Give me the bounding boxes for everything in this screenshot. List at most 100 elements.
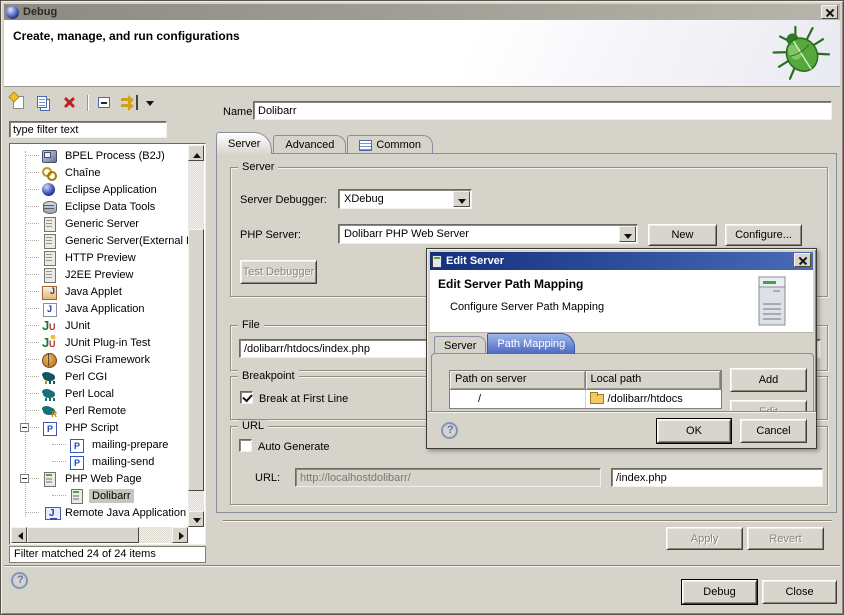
close-window-button[interactable]	[821, 5, 838, 19]
tree-item-label: mailing-prepare	[89, 438, 171, 452]
eclipse-icon	[41, 182, 57, 198]
tree-item-eclipse-application[interactable]: Eclipse Application	[11, 181, 188, 198]
url-group-title: URL	[238, 420, 268, 432]
tree-item-cha-ne[interactable]: Chaîne	[11, 164, 188, 181]
tree-item-label: J2EE Preview	[62, 268, 136, 282]
tree-item-junit-plug-in-test[interactable]: JUnit Plug-in Test	[11, 334, 188, 351]
window-title: Debug	[23, 6, 57, 18]
scroll-right-button[interactable]	[172, 527, 188, 543]
tab-server-settings[interactable]: Server	[434, 336, 486, 354]
table-row[interactable]: / /dolibarr/htdocs	[450, 390, 721, 408]
server-icon	[41, 216, 57, 232]
tree-item-dolibarr[interactable]: Dolibarr	[11, 487, 188, 504]
tree-item-label: Generic Server(External La	[62, 234, 188, 248]
tree-item-java-application[interactable]: Java Application	[11, 300, 188, 317]
vertical-scroll-thumb[interactable]	[188, 229, 204, 491]
dropdown-arrow-icon[interactable]	[619, 226, 636, 242]
duplicate-config-button[interactable]	[34, 93, 56, 113]
tree-item-java-applet[interactable]: Java Applet	[11, 283, 188, 300]
tab-common[interactable]: Common	[347, 135, 433, 154]
tree-item-remote-java-application[interactable]: Remote Java Application	[11, 504, 188, 521]
tree-item-perl-local[interactable]: Perl Local	[11, 385, 188, 402]
scroll-up-button[interactable]	[188, 145, 204, 161]
tree-item-label: Eclipse Application	[62, 183, 160, 197]
column-local-path[interactable]: Local path	[586, 371, 722, 390]
tree-item-mailing-send[interactable]: mailing-send	[11, 453, 188, 470]
server-icon	[41, 267, 57, 283]
tree-item-http-preview[interactable]: HTTP Preview	[11, 249, 188, 266]
php-server-select[interactable]: Dolibarr PHP Web Server	[338, 224, 638, 244]
tree-item-bpel-process-b2j-[interactable]: BPEL Process (B2J)	[11, 147, 188, 164]
help-icon[interactable]	[441, 422, 458, 439]
new-server-button[interactable]: New	[648, 224, 717, 246]
horizontal-scroll-thumb[interactable]	[27, 527, 139, 543]
tree-item-label: Chaîne	[62, 166, 103, 180]
new-config-icon	[13, 96, 24, 109]
server-debugger-select[interactable]: XDebug	[338, 189, 472, 209]
tree-item-perl-remote[interactable]: Perl Remote	[11, 402, 188, 419]
scroll-left-button[interactable]	[11, 527, 27, 543]
tab-advanced[interactable]: Advanced	[273, 135, 346, 154]
expander-minus-icon[interactable]	[20, 423, 29, 432]
tree-item-generic-server[interactable]: Generic Server	[11, 215, 188, 232]
close-button[interactable]: Close	[762, 580, 837, 604]
server-debugger-label: Server Debugger:	[240, 194, 327, 206]
folder-icon	[590, 394, 604, 404]
close-edit-server-button[interactable]	[794, 253, 811, 267]
tree-item-j2ee-preview[interactable]: J2EE Preview	[11, 266, 188, 283]
filter-configs-button[interactable]	[119, 93, 141, 113]
configure-server-button[interactable]: Configure...	[725, 224, 802, 246]
config-tree-panel: BPEL Process (B2J) Chaîne Eclipse Applicat…	[9, 91, 206, 563]
debug-window: Debug Create, manage, and run configurat…	[0, 0, 844, 615]
footer-separator	[4, 565, 840, 567]
config-tabs: Server Advanced Common	[216, 132, 434, 154]
server-debugger-value: XDebug	[344, 193, 384, 205]
help-icon[interactable]	[11, 572, 28, 589]
edit-server-banner: Edit Server Path Mapping Configure Serve…	[430, 270, 813, 333]
dropdown-arrow-icon[interactable]	[453, 191, 470, 207]
table-header-row: Path on server Local path	[450, 371, 721, 390]
java-icon	[41, 301, 57, 317]
tree-item-mailing-prepare[interactable]: mailing-prepare	[11, 436, 188, 453]
tree-item-label: BPEL Process (B2J)	[62, 149, 168, 163]
tree-item-php-script[interactable]: PHP Script	[11, 419, 188, 436]
name-label: Name:	[223, 106, 255, 118]
tree-item-generic-server-external-la[interactable]: Generic Server(External La	[11, 232, 188, 249]
tab-path-mapping[interactable]: Path Mapping	[487, 333, 575, 354]
tree-vertical-scrollbar[interactable]	[188, 145, 204, 527]
tab-server[interactable]: Server	[216, 132, 272, 154]
expander-minus-icon[interactable]	[20, 474, 29, 483]
new-config-button[interactable]	[9, 93, 31, 113]
tree-item-label: Java Application	[62, 302, 148, 316]
name-input[interactable]	[253, 101, 832, 120]
filter-input[interactable]	[9, 121, 167, 138]
server-icon	[41, 250, 57, 266]
tree-horizontal-scrollbar[interactable]	[11, 527, 188, 543]
toolbar-separator	[87, 95, 88, 111]
tree-item-php-web-page[interactable]: PHP Web Page	[11, 470, 188, 487]
collapse-all-button[interactable]	[94, 93, 116, 113]
delete-config-button[interactable]	[59, 93, 81, 113]
break-at-first-line-checkbox[interactable]	[240, 391, 253, 404]
tree-item-junit[interactable]: JUnit	[11, 317, 188, 334]
url-path-input[interactable]	[611, 468, 823, 487]
scroll-down-button[interactable]	[188, 511, 204, 527]
edit-server-titlebar[interactable]: Edit Server	[430, 252, 813, 270]
ok-button[interactable]: OK	[657, 419, 731, 443]
tree-item-perl-cgi[interactable]: Perl CGI	[11, 368, 188, 385]
path-mapping-content: Path on server Local path / /dolibarr/ht…	[431, 353, 814, 414]
tree-item-eclipse-data-tools[interactable]: Eclipse Data Tools	[11, 198, 188, 215]
tree-item-osgi-framework[interactable]: OSGi Framework	[11, 351, 188, 368]
tab-label: Path Mapping	[497, 338, 565, 350]
add-mapping-button[interactable]: Add	[730, 368, 807, 392]
debug-button[interactable]: Debug	[682, 580, 757, 604]
window-titlebar[interactable]: Debug	[4, 4, 840, 20]
local-path-value: /dolibarr/htdocs	[608, 393, 683, 405]
auto-generate-checkbox[interactable]	[239, 439, 252, 452]
php-icon	[68, 437, 84, 453]
column-path-on-server[interactable]: Path on server	[450, 371, 586, 390]
toolbar-menu-button[interactable]	[144, 93, 156, 113]
tab-label: Common	[376, 139, 421, 151]
cancel-button[interactable]: Cancel	[740, 419, 807, 443]
close-icon	[795, 254, 810, 266]
